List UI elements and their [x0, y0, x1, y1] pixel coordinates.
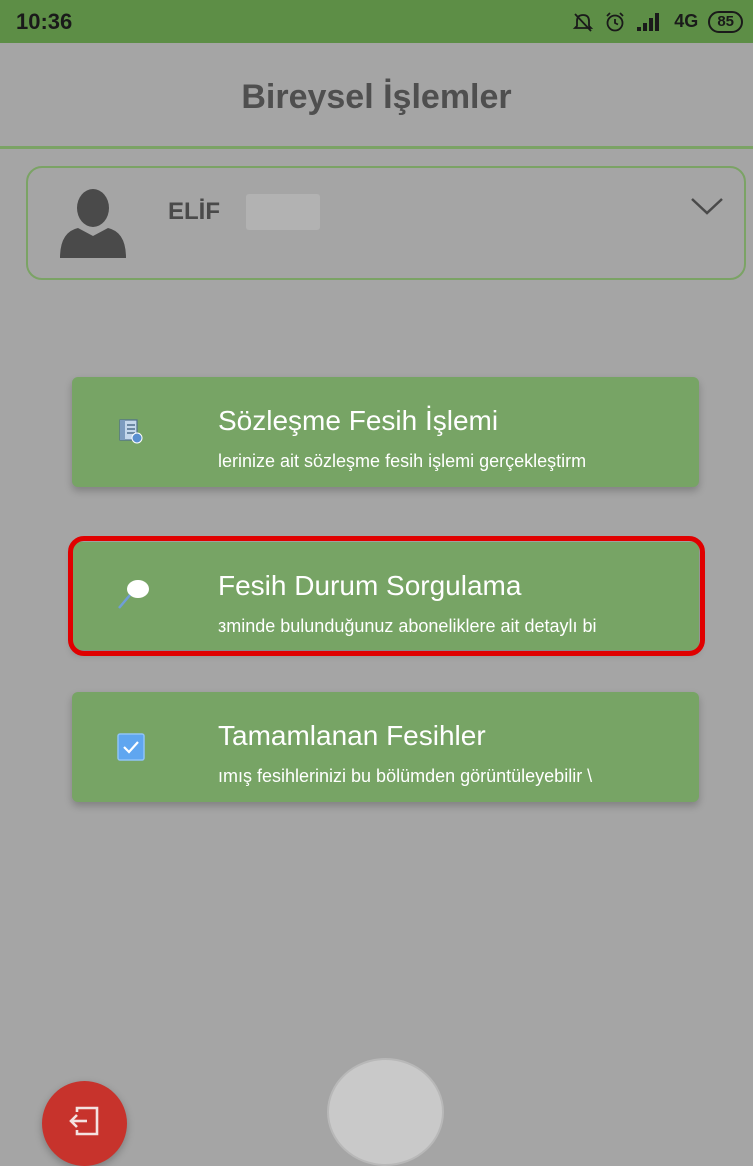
user-selector[interactable]: ELİF — [26, 166, 746, 280]
signal-icon — [636, 12, 664, 32]
battery-indicator: 85 — [708, 10, 743, 33]
logout-icon — [67, 1103, 103, 1144]
page-header: Bireysel İşlemler — [0, 43, 753, 148]
chevron-down-icon[interactable] — [690, 196, 724, 223]
status-icons: 4G 85 — [572, 10, 743, 33]
menu-item-title: Tamamlanan Fesihler — [218, 720, 486, 751]
user-name: ELİF — [168, 198, 220, 225]
status-bar: 10:36 4G 85 — [0, 0, 753, 43]
menu-item-description: lerinize ait sözleşme fesih işlemi gerçe… — [218, 451, 587, 471]
menu-item-title: Sözleşme Fesih İşlemi — [218, 405, 499, 436]
network-type: 4G — [674, 11, 699, 31]
menu-item-contract-termination[interactable]: Sözleşme Fesih İşlemi lerinize ait sözle… — [72, 377, 699, 487]
logout-button[interactable] — [42, 1081, 127, 1166]
header-divider — [0, 146, 753, 149]
selection-highlight — [68, 536, 705, 656]
menu-item-description: ımış fesihlerinizi bu bölümden görüntüle… — [218, 766, 593, 786]
home-button[interactable] — [327, 1058, 444, 1166]
page-title: Bireysel İşlemler — [241, 78, 512, 116]
menu-item-completed-terminations[interactable]: Tamamlanan Fesihler ımış fesihlerinizi b… — [72, 692, 699, 802]
alarm-icon — [604, 11, 626, 33]
bell-off-icon — [572, 11, 594, 33]
document-list-icon — [116, 417, 144, 450]
name-redaction — [246, 194, 320, 230]
user-avatar-icon — [58, 186, 128, 263]
checkbox-icon — [116, 732, 146, 767]
status-time: 10:36 — [16, 8, 73, 34]
